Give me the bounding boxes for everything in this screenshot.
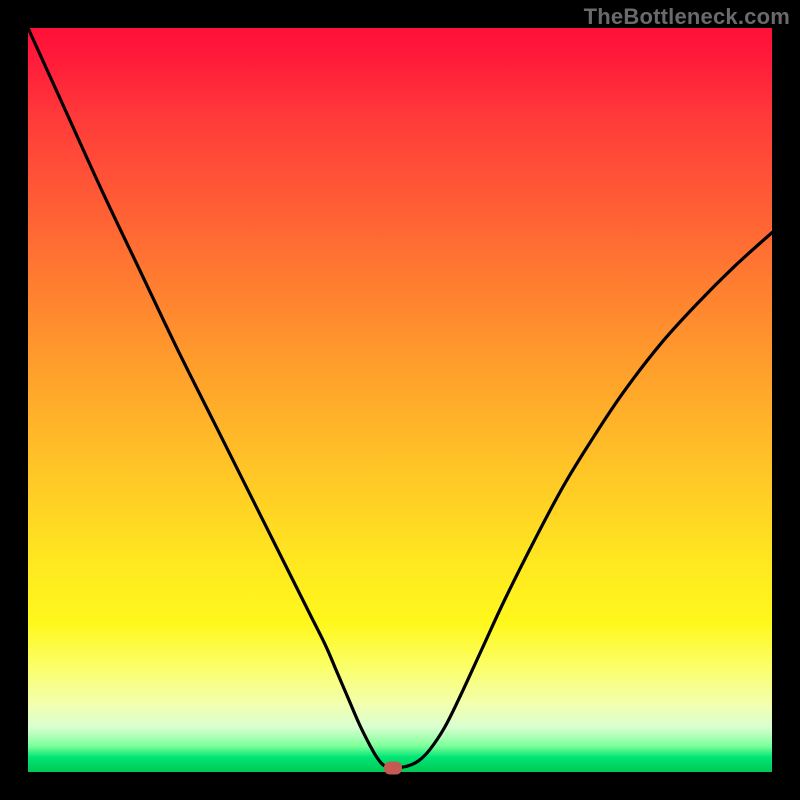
bottleneck-curve xyxy=(28,28,772,772)
watermark-text: TheBottleneck.com xyxy=(584,4,790,30)
chart-frame: TheBottleneck.com xyxy=(0,0,800,800)
plot-area xyxy=(28,28,772,772)
minimum-marker xyxy=(384,761,402,774)
